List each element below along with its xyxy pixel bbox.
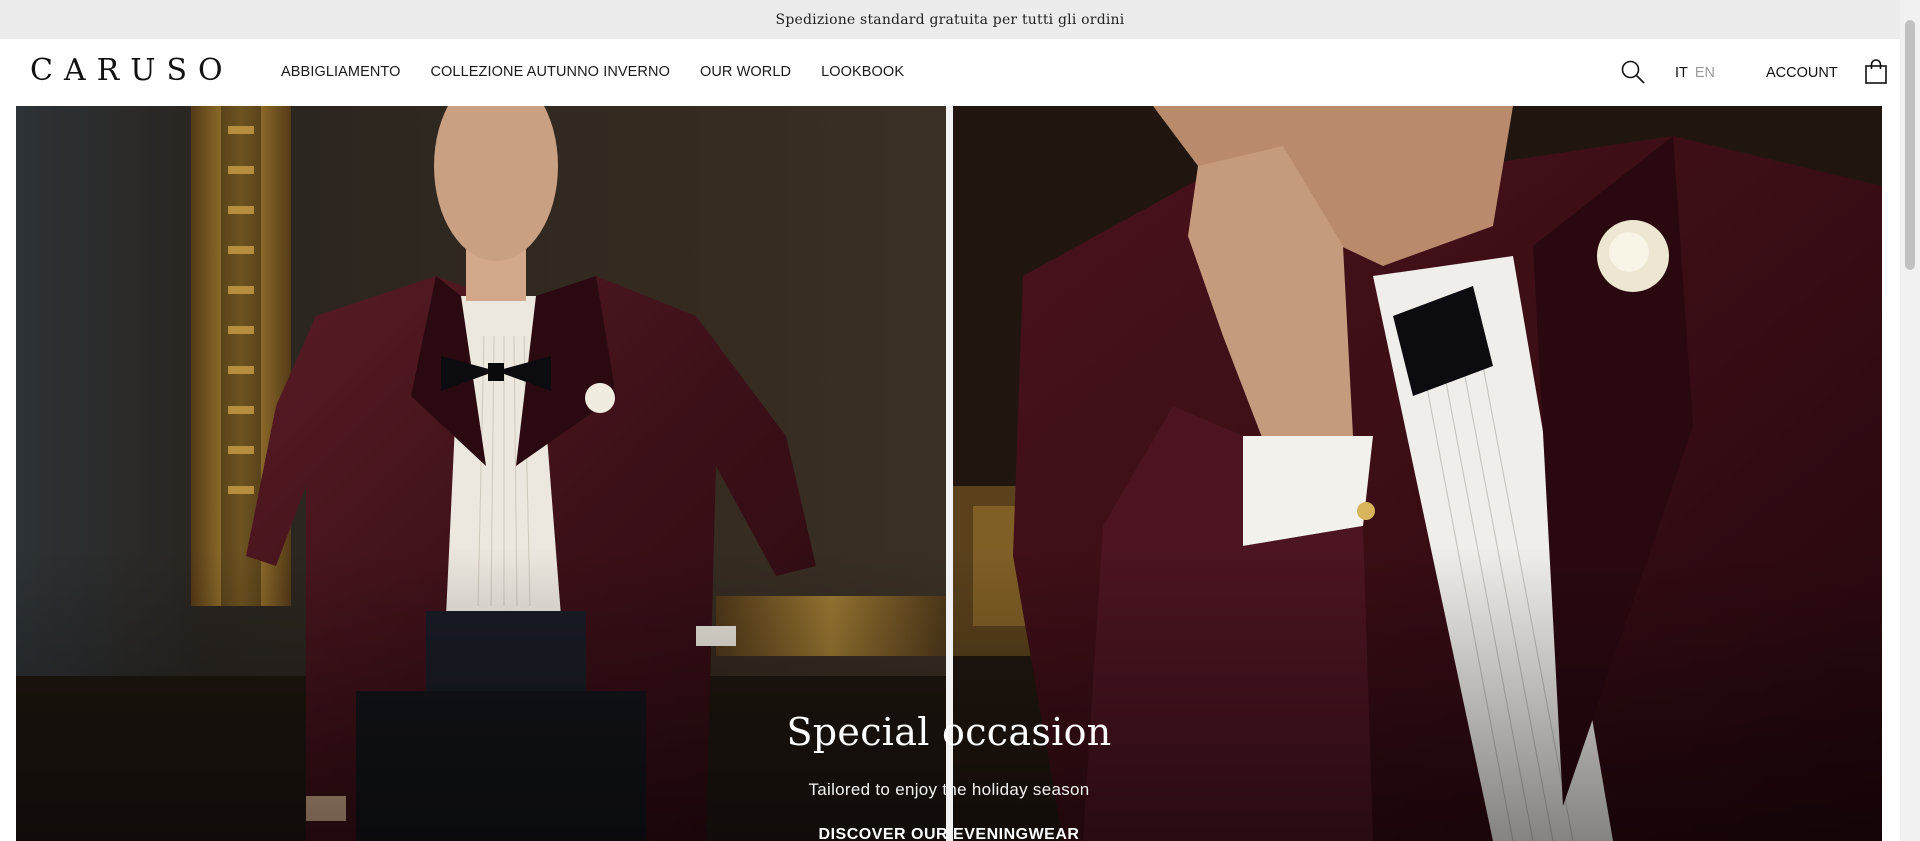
main-nav: ABBIGLIAMENTO COLLEZIONE AUTUNNO INVERNO… <box>281 64 904 80</box>
site-header: CARUSO ABBIGLIAMENTO COLLEZIONE AUTUNNO … <box>0 39 1900 106</box>
hero-cta-link[interactable]: DISCOVER OUR EVENINGWEAR <box>16 826 1882 841</box>
nav-item-lookbook[interactable]: LOOKBOOK <box>821 64 904 80</box>
nav-item-our-world[interactable]: OUR WORLD <box>700 64 791 80</box>
lang-it[interactable]: IT <box>1675 65 1688 81</box>
language-switcher: IT EN <box>1675 65 1715 81</box>
account-link[interactable]: ACCOUNT <box>1766 65 1838 81</box>
announcement-bar: Spedizione standard gratuita per tutti g… <box>0 0 1900 39</box>
nav-item-collezione[interactable]: COLLEZIONE AUTUNNO INVERNO <box>430 64 669 80</box>
shopping-bag-icon[interactable] <box>1864 59 1888 85</box>
hero-subtitle: Tailored to enjoy the holiday season <box>808 780 1090 799</box>
nav-item-abbigliamento[interactable]: ABBIGLIAMENTO <box>281 64 400 80</box>
scrollbar-thumb[interactable] <box>1905 20 1915 270</box>
brand-logo[interactable]: CARUSO <box>30 53 234 88</box>
hero-title: Special occasion <box>786 710 1112 754</box>
hero-banner: Special occasion Tailored to enjoy the h… <box>16 106 1882 841</box>
page-scrollbar[interactable] <box>1900 0 1920 841</box>
lang-en[interactable]: EN <box>1695 65 1715 81</box>
search-icon[interactable] <box>1620 59 1646 85</box>
announcement-text: Spedizione standard gratuita per tutti g… <box>775 11 1125 28</box>
